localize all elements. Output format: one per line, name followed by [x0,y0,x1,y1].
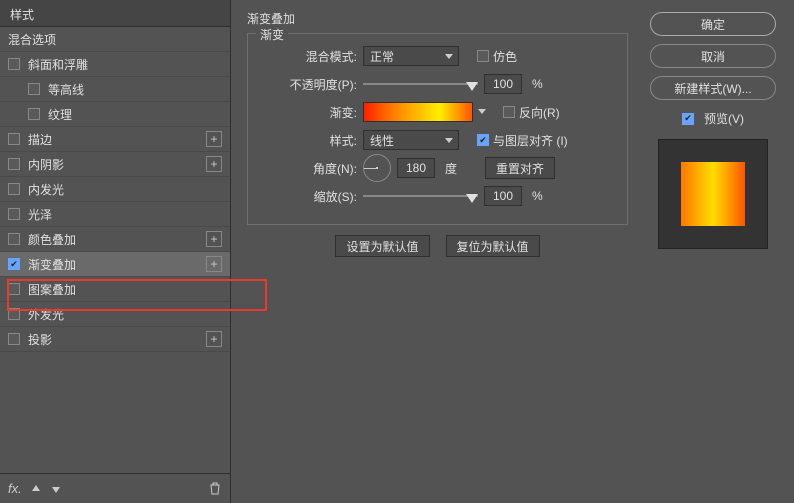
blending-options-row[interactable]: 混合选项 [0,27,230,52]
preview-checkbox[interactable] [682,113,694,125]
effect-bevel[interactable]: 斜面和浮雕 [0,52,230,77]
effect-outer-glow[interactable]: 外发光 [0,302,230,327]
move-down-icon[interactable] [50,483,62,495]
outer-glow-checkbox[interactable] [8,308,20,320]
styles-header: 样式 [0,0,230,27]
gradient-swatch[interactable] [363,102,473,122]
preview-gradient [681,162,745,226]
scale-slider[interactable] [363,189,478,203]
reset-default-button[interactable]: 复位为默认值 [446,235,540,257]
move-up-icon[interactable] [30,483,42,495]
dither-checkbox[interactable] [477,50,489,62]
align-checkbox[interactable] [477,134,489,146]
ok-button[interactable]: 确定 [650,12,776,36]
gradient-overlay-settings: 渐变叠加 渐变 混合模式: 正常 仿色 不透明度(P): % 渐变: [231,0,644,503]
blend-mode-dropdown[interactable]: 正常 [363,46,459,66]
dialog-buttons-panel: 确定 取消 新建样式(W)... 预览(V) [644,0,794,503]
effect-gradient-overlay[interactable]: 渐变叠加 + [0,252,230,277]
effects-footer: fx. [0,473,230,503]
drop-shadow-checkbox[interactable] [8,333,20,345]
angle-input[interactable] [397,158,435,178]
scale-input[interactable] [484,186,522,206]
opacity-input[interactable] [484,74,522,94]
color-overlay-checkbox[interactable] [8,233,20,245]
add-icon[interactable]: + [206,256,222,272]
effect-color-overlay[interactable]: 颜色叠加 + [0,227,230,252]
dither-checkbox-group[interactable]: 仿色 [477,48,517,65]
set-default-button[interactable]: 设置为默认值 [335,235,429,257]
angle-label: 角度(N): [262,160,357,177]
add-icon[interactable]: + [206,131,222,147]
cancel-button[interactable]: 取消 [650,44,776,68]
trash-icon[interactable] [208,482,222,496]
angle-wheel[interactable] [363,154,391,182]
fieldset-legend: 渐变 [256,26,288,43]
effects-list-panel: 样式 混合选项 斜面和浮雕 等高线 纹理 描边 + 内阴影 + 内发光 光泽 颜… [0,0,230,503]
effect-inner-glow[interactable]: 内发光 [0,177,230,202]
section-title: 渐变叠加 [247,10,628,27]
inner-glow-checkbox[interactable] [8,183,20,195]
opacity-slider[interactable] [363,77,478,91]
effect-drop-shadow[interactable]: 投影 + [0,327,230,352]
gradient-label: 渐变: [262,104,357,121]
effect-stroke[interactable]: 描边 + [0,127,230,152]
effect-contour[interactable]: 等高线 [0,77,230,102]
add-icon[interactable]: + [206,231,222,247]
add-icon[interactable]: + [206,156,222,172]
reset-align-button[interactable]: 重置对齐 [485,157,555,179]
blend-mode-label: 混合模式: [262,48,357,65]
stroke-checkbox[interactable] [8,133,20,145]
fx-icon[interactable]: fx. [8,481,22,496]
blending-options-label: 混合选项 [8,31,222,48]
style-dropdown[interactable]: 线性 [363,130,459,150]
add-icon[interactable]: + [206,331,222,347]
opacity-label: 不透明度(P): [262,76,357,93]
pattern-overlay-checkbox[interactable] [8,283,20,295]
gradient-overlay-checkbox[interactable] [8,258,20,270]
preview-checkbox-group[interactable]: 预览(V) [682,110,744,127]
satin-checkbox[interactable] [8,208,20,220]
new-style-button[interactable]: 新建样式(W)... [650,76,776,100]
inner-shadow-checkbox[interactable] [8,158,20,170]
style-label: 样式: [262,132,357,149]
reverse-checkbox-group[interactable]: 反向(R) [503,104,560,121]
bevel-checkbox[interactable] [8,58,20,70]
reverse-checkbox[interactable] [503,106,515,118]
align-checkbox-group[interactable]: 与图层对齐 (I) [477,132,568,149]
preview-box [658,139,768,249]
contour-checkbox[interactable] [28,83,40,95]
effect-texture[interactable]: 纹理 [0,102,230,127]
gradient-fieldset: 渐变 混合模式: 正常 仿色 不透明度(P): % 渐变: 反向(R) [247,33,628,225]
scale-label: 缩放(S): [262,188,357,205]
effect-satin[interactable]: 光泽 [0,202,230,227]
texture-checkbox[interactable] [28,108,40,120]
effect-pattern-overlay[interactable]: 图案叠加 [0,277,230,302]
effect-inner-shadow[interactable]: 内阴影 + [0,152,230,177]
